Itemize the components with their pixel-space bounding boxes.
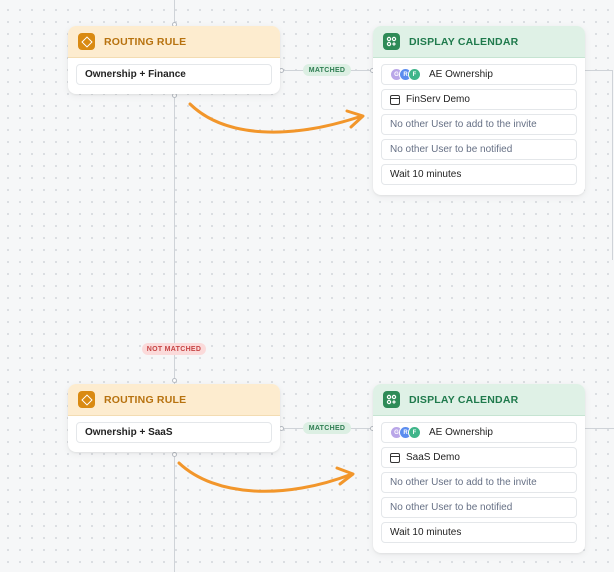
routing-rule-card-saas[interactable]: ROUTING RULE Ownership + SaaS: [68, 384, 280, 452]
invite-row[interactable]: No other User to add to the invite: [381, 472, 577, 493]
wait-row[interactable]: Wait 10 minutes: [381, 522, 577, 543]
matched-label-1: MATCHED: [303, 64, 351, 76]
avatar: F: [408, 426, 421, 439]
display-calendar-card-saas[interactable]: DISPLAY CALENDAR G R F AE Ownership SaaS…: [373, 384, 585, 553]
routing-condition[interactable]: Ownership + SaaS: [76, 422, 272, 443]
avatar: F: [408, 68, 421, 81]
display-calendar-title: DISPLAY CALENDAR: [409, 393, 519, 406]
routing-rule-header: ROUTING RULE: [68, 384, 280, 416]
team-row[interactable]: G R F AE Ownership: [381, 422, 577, 443]
routing-rule-icon: [78, 391, 95, 408]
right-branch-line-1: [585, 70, 613, 71]
team-name: AE Ownership: [429, 69, 493, 80]
routing-rule-card-finance[interactable]: ROUTING RULE Ownership + Finance: [68, 26, 280, 94]
right-branch-line-2: [585, 428, 614, 429]
calendar-people-icon: [383, 391, 400, 408]
display-calendar-title: DISPLAY CALENDAR: [409, 35, 519, 48]
calendar-people-icon: [383, 33, 400, 50]
routing-rule-title: ROUTING RULE: [104, 393, 187, 406]
routing-rule-header: ROUTING RULE: [68, 26, 280, 58]
connector-dot[interactable]: [172, 452, 177, 457]
calendar-icon: [390, 452, 400, 463]
annotation-arrow-1: [188, 102, 365, 134]
event-row[interactable]: SaaS Demo: [381, 447, 577, 468]
annotation-arrow-2: [177, 461, 355, 493]
notify-row[interactable]: No other User to be notified: [381, 139, 577, 160]
team-name: AE Ownership: [429, 427, 493, 438]
routing-rule-icon: [78, 33, 95, 50]
calendar-icon: [390, 94, 400, 105]
routing-rule-title: ROUTING RULE: [104, 35, 187, 48]
team-row[interactable]: G R F AE Ownership: [381, 64, 577, 85]
display-calendar-header: DISPLAY CALENDAR: [373, 384, 585, 416]
event-name: SaaS Demo: [406, 452, 460, 463]
connector-dot[interactable]: [172, 378, 177, 383]
event-row[interactable]: FinServ Demo: [381, 89, 577, 110]
team-avatars: G R F: [390, 68, 421, 81]
right-flow-line: [612, 70, 613, 260]
team-avatars: G R F: [390, 426, 421, 439]
wait-row[interactable]: Wait 10 minutes: [381, 164, 577, 185]
matched-label-2: MATCHED: [303, 422, 351, 434]
notify-row[interactable]: No other User to be notified: [381, 497, 577, 518]
routing-condition[interactable]: Ownership + Finance: [76, 64, 272, 85]
invite-row[interactable]: No other User to add to the invite: [381, 114, 577, 135]
display-calendar-header: DISPLAY CALENDAR: [373, 26, 585, 58]
event-name: FinServ Demo: [406, 94, 470, 105]
not-matched-label: NOT MATCHED: [142, 343, 206, 355]
display-calendar-card-finserv[interactable]: DISPLAY CALENDAR G R F AE Ownership FinS…: [373, 26, 585, 195]
